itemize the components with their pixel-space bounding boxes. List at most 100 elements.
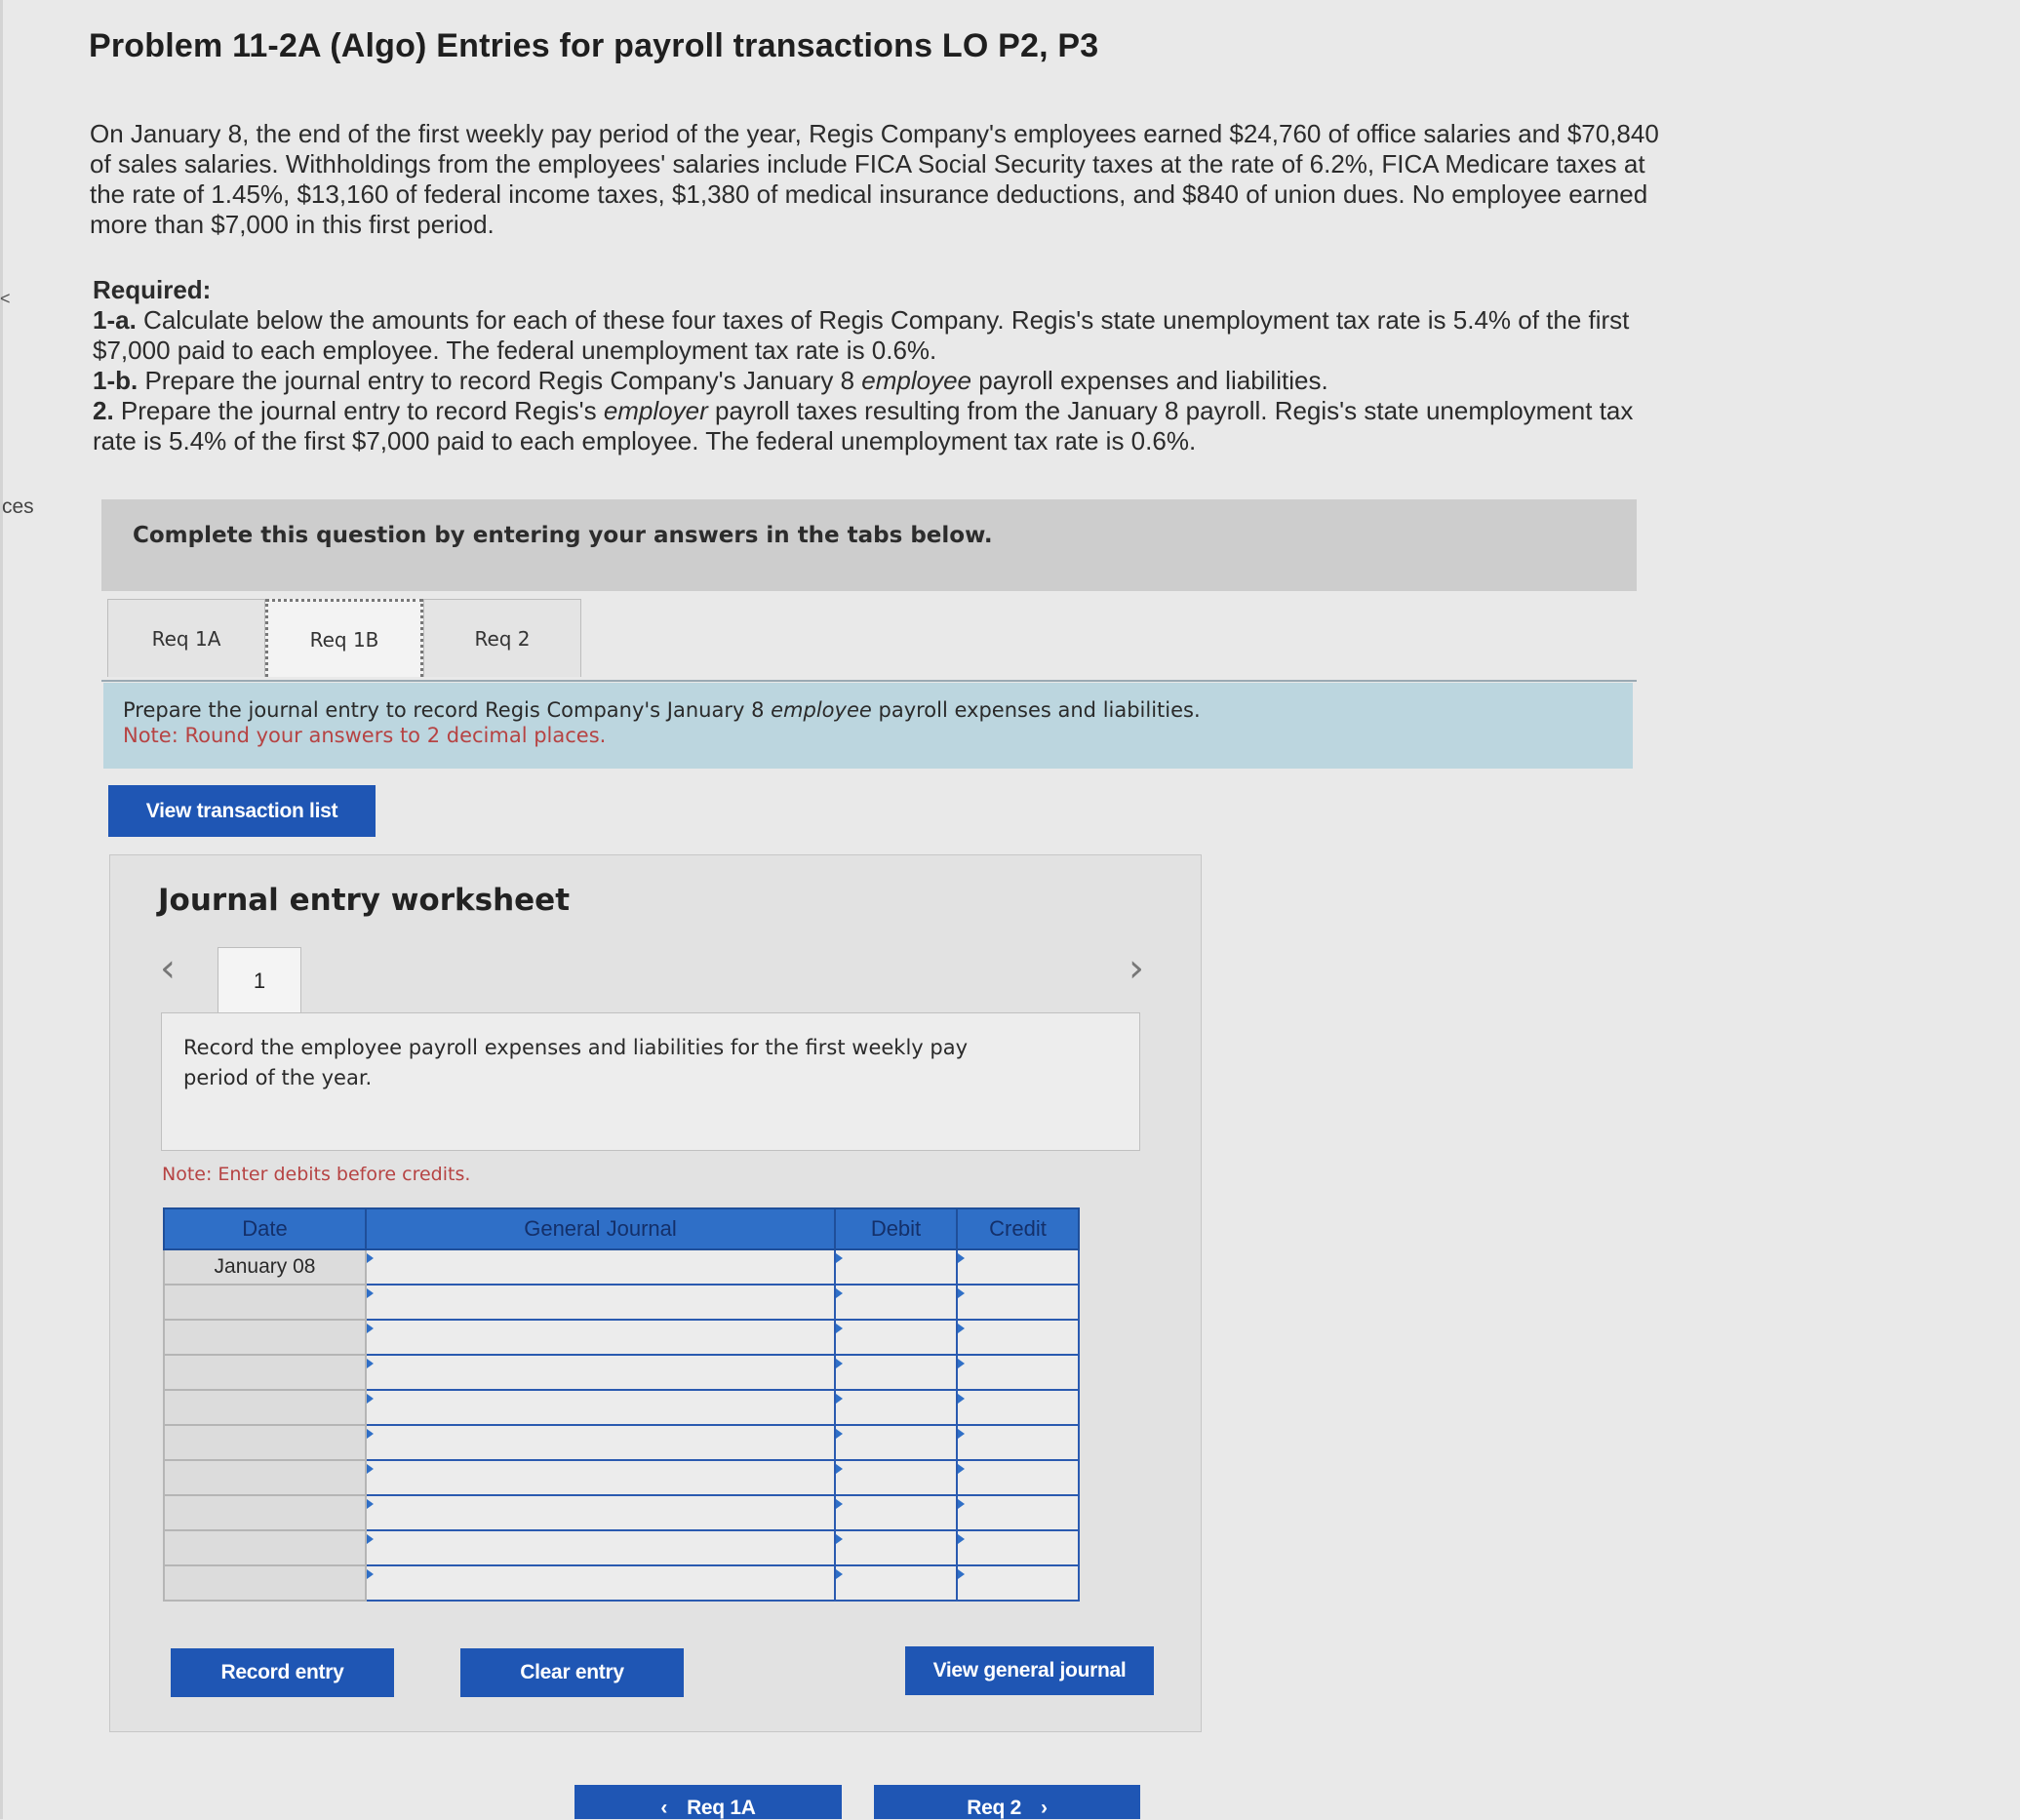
- side-label: ces: [2, 495, 34, 518]
- date-cell[interactable]: [163, 1564, 367, 1602]
- column-header-credit: Credit: [956, 1207, 1080, 1250]
- transaction-description-text: Record the employee payroll expenses and…: [183, 1036, 969, 1089]
- prompt-text-end: payroll expenses and liabilities.: [878, 698, 1201, 722]
- next-req-label: Req 2: [967, 1797, 1021, 1819]
- journal-header-row: Date General Journal Debit Credit: [163, 1207, 1080, 1250]
- chevron-left-icon[interactable]: ‹: [160, 946, 176, 991]
- requirement-1a-label: 1-a.: [93, 305, 137, 335]
- tabs-divider: [101, 680, 1637, 682]
- tab-req-1a[interactable]: Req 1A: [107, 599, 265, 677]
- record-entry-button[interactable]: Record entry: [171, 1648, 394, 1697]
- column-header-general-journal: General Journal: [365, 1207, 836, 1250]
- column-header-debit: Debit: [834, 1207, 958, 1250]
- requirement-2-emphasis: employer: [603, 396, 708, 425]
- required-section: Required: 1-a. Calculate below the amoun…: [93, 275, 1673, 456]
- table-row: [163, 1319, 1080, 1356]
- credit-input[interactable]: [956, 1494, 1080, 1531]
- requirement-1b-text: Prepare the journal entry to record Regi…: [144, 366, 855, 395]
- credit-input[interactable]: [956, 1319, 1080, 1356]
- account-select[interactable]: [365, 1459, 836, 1496]
- date-cell[interactable]: [163, 1354, 367, 1391]
- transaction-description: Record the employee payroll expenses and…: [161, 1012, 1140, 1151]
- table-row: [163, 1424, 1080, 1461]
- view-transaction-list-button[interactable]: View transaction list: [108, 785, 376, 837]
- problem-intro: On January 8, the end of the first weekl…: [90, 119, 1659, 239]
- debit-input[interactable]: [834, 1284, 958, 1321]
- prompt-text: Prepare the journal entry to record Regi…: [123, 698, 1201, 722]
- chevron-right-icon[interactable]: ›: [1129, 946, 1144, 991]
- journal-table: Date General Journal Debit Credit Januar…: [163, 1207, 1080, 1602]
- account-select[interactable]: [365, 1354, 836, 1391]
- credit-input[interactable]: [956, 1248, 1080, 1286]
- requirement-2-label: 2.: [93, 396, 114, 425]
- date-cell[interactable]: January 08: [163, 1248, 367, 1286]
- debit-input[interactable]: [834, 1248, 958, 1286]
- next-req-button[interactable]: Req 2 ›: [874, 1785, 1140, 1819]
- date-cell[interactable]: [163, 1494, 367, 1531]
- requirement-1b: 1-b. Prepare the journal entry to record…: [93, 366, 1673, 396]
- debit-input[interactable]: [834, 1389, 958, 1426]
- account-select[interactable]: [365, 1248, 836, 1286]
- worksheet-title: Journal entry worksheet: [158, 883, 571, 918]
- credit-input[interactable]: [956, 1284, 1080, 1321]
- requirement-1b-label: 1-b.: [93, 366, 139, 395]
- tab-req-2[interactable]: Req 2: [423, 599, 581, 677]
- requirement-1a: 1-a. Calculate below the amounts for eac…: [93, 305, 1673, 366]
- date-cell[interactable]: [163, 1459, 367, 1496]
- account-select[interactable]: [365, 1389, 836, 1426]
- debit-input[interactable]: [834, 1564, 958, 1602]
- debit-input[interactable]: [834, 1424, 958, 1461]
- date-cell[interactable]: [163, 1284, 367, 1321]
- date-cell[interactable]: [163, 1424, 367, 1461]
- account-select[interactable]: [365, 1564, 836, 1602]
- column-header-date: Date: [163, 1207, 367, 1250]
- prev-req-label: Req 1A: [687, 1797, 756, 1819]
- credit-input[interactable]: [956, 1459, 1080, 1496]
- worksheet-page-tab[interactable]: 1: [218, 947, 301, 1014]
- credit-input[interactable]: [956, 1564, 1080, 1602]
- account-select[interactable]: [365, 1424, 836, 1461]
- credit-input[interactable]: [956, 1389, 1080, 1426]
- tab-req-1b[interactable]: Req 1B: [265, 599, 423, 677]
- table-row: [163, 1529, 1080, 1566]
- page-title: Problem 11-2A (Algo) Entries for payroll…: [89, 27, 1099, 64]
- account-select[interactable]: [365, 1319, 836, 1356]
- requirement-1a-text: Calculate below the amounts for each of …: [93, 305, 1630, 365]
- debit-input[interactable]: [834, 1529, 958, 1566]
- debits-note: Note: Enter debits before credits.: [162, 1164, 471, 1185]
- prompt-text-start: Prepare the journal entry to record Regi…: [123, 698, 765, 722]
- table-row: [163, 1459, 1080, 1496]
- table-row: January 08: [163, 1248, 1080, 1286]
- instruction-text: Complete this question by entering your …: [133, 523, 993, 548]
- chevron-left-icon: ‹: [660, 1797, 668, 1819]
- date-cell[interactable]: [163, 1389, 367, 1426]
- table-row: [163, 1564, 1080, 1602]
- requirement-2-text: Prepare the journal entry to record Regi…: [120, 396, 597, 425]
- chevron-right-icon: ›: [1040, 1797, 1048, 1819]
- rounding-note: Note: Round your answers to 2 decimal pl…: [123, 724, 607, 747]
- credit-input[interactable]: [956, 1529, 1080, 1566]
- view-general-journal-button[interactable]: View general journal: [905, 1646, 1154, 1695]
- table-row: [163, 1354, 1080, 1391]
- debit-input[interactable]: [834, 1354, 958, 1391]
- credit-input[interactable]: [956, 1354, 1080, 1391]
- debit-input[interactable]: [834, 1319, 958, 1356]
- debit-input[interactable]: [834, 1459, 958, 1496]
- instruction-bar: Complete this question by entering your …: [101, 499, 1637, 591]
- date-cell[interactable]: [163, 1319, 367, 1356]
- account-select[interactable]: [365, 1284, 836, 1321]
- required-heading: Required:: [93, 275, 212, 304]
- clear-entry-button[interactable]: Clear entry: [460, 1648, 684, 1697]
- date-cell[interactable]: [163, 1529, 367, 1566]
- prompt-emphasis: employee: [771, 698, 872, 722]
- window-edge: [0, 0, 3, 1819]
- debit-input[interactable]: [834, 1494, 958, 1531]
- table-row: [163, 1494, 1080, 1531]
- account-select[interactable]: [365, 1529, 836, 1566]
- credit-input[interactable]: [956, 1424, 1080, 1461]
- requirement-1b-text-end: payroll expenses and liabilities.: [978, 366, 1328, 395]
- account-select[interactable]: [365, 1494, 836, 1531]
- requirement-2: 2. Prepare the journal entry to record R…: [93, 396, 1673, 456]
- prev-req-button[interactable]: ‹ Req 1A: [574, 1785, 842, 1819]
- requirement-prompt: Prepare the journal entry to record Regi…: [103, 683, 1633, 769]
